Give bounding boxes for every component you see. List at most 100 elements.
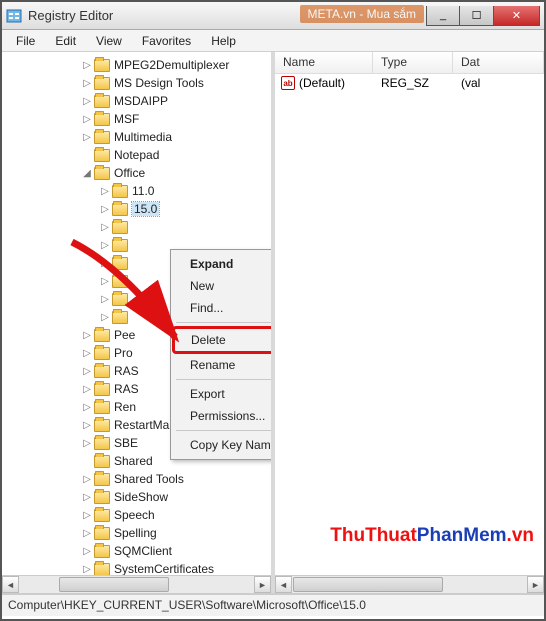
scroll-left-button[interactable]: ◄ bbox=[2, 576, 19, 593]
minimize-button[interactable]: _ bbox=[426, 6, 460, 26]
tree-hscrollbar[interactable]: ◄ ► bbox=[2, 575, 271, 593]
tree-item-label: Shared Tools bbox=[114, 472, 184, 486]
scroll-track[interactable] bbox=[19, 576, 254, 593]
ctx-rename[interactable]: Rename bbox=[174, 354, 271, 376]
list-row[interactable]: ab (Default) REG_SZ (val bbox=[275, 74, 544, 92]
tree-item[interactable]: ▷MS Design Tools bbox=[2, 74, 271, 92]
expand-twisty-icon[interactable]: ▷ bbox=[80, 348, 94, 359]
tree-pane: ▷MPEG2Demultiplexer▷MS Design Tools▷MSDA… bbox=[2, 52, 271, 593]
expand-twisty-icon[interactable]: ▷ bbox=[80, 114, 94, 125]
expand-twisty-icon[interactable]: ▷ bbox=[98, 240, 112, 251]
expand-twisty-icon[interactable]: ▷ bbox=[98, 276, 112, 287]
expand-twisty-icon[interactable]: ▷ bbox=[98, 204, 112, 215]
scroll-left-button[interactable]: ◄ bbox=[275, 576, 292, 593]
tree-item[interactable]: ▷ MPEG2Demultiplexer bbox=[2, 56, 271, 74]
expand-twisty-icon[interactable]: ▷ bbox=[80, 384, 94, 395]
tree-item[interactable]: ▷ SideShow bbox=[2, 488, 271, 506]
expand-twisty-icon[interactable]: ▷ bbox=[98, 258, 112, 269]
regedit-icon bbox=[6, 8, 22, 24]
folder-icon bbox=[112, 293, 128, 306]
expand-twisty-icon[interactable]: ▷ bbox=[80, 528, 94, 539]
expand-twisty-icon[interactable]: ▷ bbox=[80, 438, 94, 449]
close-button[interactable]: ✕ bbox=[494, 6, 540, 26]
folder-icon bbox=[112, 257, 128, 270]
tree-item-label: 11.0 bbox=[132, 184, 154, 198]
expand-twisty-icon[interactable]: ▷ bbox=[80, 492, 94, 503]
ctx-expand[interactable]: Expand bbox=[174, 253, 271, 275]
scroll-track[interactable] bbox=[292, 576, 527, 593]
tree-item-label: Pro bbox=[114, 346, 133, 360]
expand-twisty-icon[interactable]: ▷ bbox=[80, 546, 94, 557]
folder-icon bbox=[94, 455, 110, 468]
folder-icon bbox=[112, 185, 128, 198]
expand-twisty-icon[interactable]: ▷ bbox=[80, 474, 94, 485]
expand-twisty-icon[interactable]: ▷ bbox=[80, 78, 94, 89]
tree-item-label: Speech bbox=[114, 508, 155, 522]
ctx-find[interactable]: Find... bbox=[174, 297, 271, 319]
expand-twisty-icon[interactable]: ▷ bbox=[98, 186, 112, 197]
tree-item-label: SBE bbox=[114, 436, 138, 450]
tree-item[interactable]: Notepad bbox=[2, 146, 271, 164]
tree-item[interactable]: ▷ bbox=[2, 218, 271, 236]
ctx-copy-key-name[interactable]: Copy Key Name bbox=[174, 434, 271, 456]
expand-twisty-icon[interactable]: ▷ bbox=[80, 510, 94, 521]
expand-twisty-icon[interactable]: ▷ bbox=[98, 312, 112, 323]
expand-twisty-icon[interactable]: ▷ bbox=[98, 222, 112, 233]
scroll-thumb[interactable] bbox=[59, 577, 169, 592]
tree-item-label: RAS bbox=[114, 364, 139, 378]
expand-twisty-icon[interactable]: ▷ bbox=[80, 366, 94, 377]
folder-icon bbox=[94, 347, 110, 360]
expand-twisty-icon[interactable]: ◢ bbox=[80, 168, 94, 179]
scroll-thumb[interactable] bbox=[293, 577, 443, 592]
expand-twisty-icon[interactable]: ▷ bbox=[80, 96, 94, 107]
tree-item[interactable]: ▷MSF bbox=[2, 110, 271, 128]
tree-item[interactable]: ◢Office bbox=[2, 164, 271, 182]
scroll-right-button[interactable]: ► bbox=[254, 576, 271, 593]
col-name[interactable]: Name bbox=[275, 52, 373, 73]
tree-item[interactable]: ▷ SQMClient bbox=[2, 542, 271, 560]
maximize-button[interactable]: ☐ bbox=[460, 6, 494, 26]
menu-edit[interactable]: Edit bbox=[45, 32, 86, 50]
expand-twisty-icon[interactable]: ▷ bbox=[80, 402, 94, 413]
ctx-separator bbox=[176, 430, 271, 431]
expand-twisty-icon[interactable]: ▷ bbox=[98, 294, 112, 305]
tree-item[interactable]: ▷15.0 bbox=[2, 200, 271, 218]
tree-item-label: SQMClient bbox=[114, 544, 172, 558]
expand-twisty-icon[interactable]: ▷ bbox=[80, 132, 94, 143]
tree-item-label: MSDAIPP bbox=[114, 94, 168, 108]
tree-item-label: SystemCertificates bbox=[114, 562, 214, 576]
ctx-permissions[interactable]: Permissions... bbox=[174, 405, 271, 427]
ctx-export[interactable]: Export bbox=[174, 383, 271, 405]
expand-twisty-icon[interactable]: ▷ bbox=[80, 564, 94, 575]
tree-item[interactable]: ▷ MSDAIPP bbox=[2, 92, 271, 110]
tree-item[interactable]: ▷Spelling bbox=[2, 524, 271, 542]
expand-twisty-icon[interactable]: ▷ bbox=[80, 420, 94, 431]
watermark: ThuThuatPhanMem.vn bbox=[330, 525, 534, 547]
ctx-separator bbox=[176, 379, 271, 380]
background-window-text: META.vn - Mua sắm bbox=[300, 5, 424, 23]
tree-item[interactable]: ▷ Speech bbox=[2, 506, 271, 524]
menu-favorites[interactable]: Favorites bbox=[132, 32, 201, 50]
folder-icon bbox=[112, 203, 128, 216]
list-pane: Name Type Dat ab (Default) REG_SZ (val T… bbox=[275, 52, 544, 593]
tree-item[interactable]: ▷Multimedia bbox=[2, 128, 271, 146]
tree-item[interactable]: ▷ 11.0 bbox=[2, 182, 271, 200]
col-type[interactable]: Type bbox=[373, 52, 453, 73]
value-name-cell: ab (Default) bbox=[275, 76, 373, 90]
list-hscrollbar[interactable]: ◄ ► bbox=[275, 575, 544, 593]
scroll-right-button[interactable]: ► bbox=[527, 576, 544, 593]
folder-icon bbox=[94, 329, 110, 342]
value-type: REG_SZ bbox=[373, 76, 453, 90]
ctx-new[interactable]: New▶ bbox=[174, 275, 271, 297]
expand-twisty-icon[interactable]: ▷ bbox=[80, 60, 94, 71]
tree-item-label: MPEG2Demultiplexer bbox=[114, 58, 229, 72]
col-data[interactable]: Dat bbox=[453, 52, 544, 73]
menu-help[interactable]: Help bbox=[201, 32, 246, 50]
tree-item-label: SideShow bbox=[114, 490, 168, 504]
tree-item[interactable]: ▷ Shared Tools bbox=[2, 470, 271, 488]
menu-file[interactable]: File bbox=[6, 32, 45, 50]
tree-item-label: Notepad bbox=[114, 148, 159, 162]
menu-view[interactable]: View bbox=[86, 32, 132, 50]
expand-twisty-icon[interactable]: ▷ bbox=[80, 330, 94, 341]
ctx-delete[interactable]: Delete bbox=[175, 329, 271, 351]
